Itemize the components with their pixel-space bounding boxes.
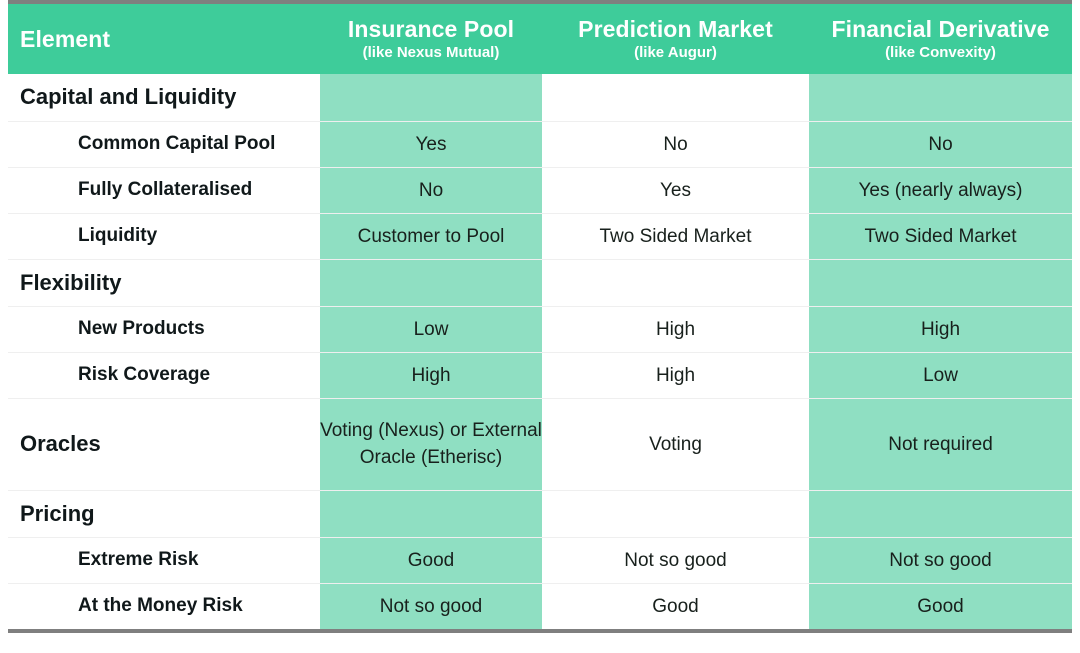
row-label-cell: Common Capital Pool	[8, 120, 320, 167]
cell-prediction-market: Not so good	[542, 536, 809, 583]
cell-insurance-pool: High	[320, 351, 542, 398]
column-header-financial-derivative-title: Financial Derivative	[831, 15, 1050, 42]
cell-financial-derivative: Not so good	[809, 536, 1072, 583]
column-header-prediction-market-subtitle: (like Augur)	[634, 43, 717, 61]
table-row: At the Money Risk Not so good Good Good	[8, 582, 1072, 629]
table-row: Flexibility	[8, 258, 1072, 306]
row-section-label: Oracles	[20, 431, 101, 456]
table-row: Fully Collateralised No Yes Yes (nearly alw…	[8, 166, 1072, 213]
column-header-prediction-market-title: Prediction Market	[578, 15, 773, 42]
cell-prediction-market: Voting	[542, 397, 809, 490]
header-row: Element Insurance Pool (like Nexus Mutua…	[8, 4, 1072, 74]
row-label-cell: Risk Coverage	[8, 351, 320, 398]
cell-prediction-market	[542, 258, 809, 306]
cell-prediction-market: Good	[542, 582, 809, 629]
cell-financial-derivative: No	[809, 120, 1072, 167]
row-label-cell: Liquidity	[8, 212, 320, 259]
row-label-cell: Flexibility	[8, 258, 320, 306]
row-section-label: Pricing	[20, 500, 95, 526]
column-header-insurance-pool-title: Insurance Pool	[347, 15, 515, 42]
cell-financial-derivative: Not required	[809, 397, 1072, 490]
cell-financial-derivative	[809, 489, 1072, 537]
cell-insurance-pool	[320, 74, 542, 121]
cell-prediction-market	[542, 489, 809, 537]
comparison-table: Element Insurance Pool (like Nexus Mutua…	[8, 4, 1072, 629]
cell-prediction-market: Two Sided Market	[542, 212, 809, 259]
table-row: Pricing	[8, 489, 1072, 537]
column-header-prediction-market: Prediction Market (like Augur)	[542, 4, 809, 74]
column-header-insurance-pool: Insurance Pool (like Nexus Mutual)	[320, 4, 542, 74]
column-header-insurance-pool-subtitle: (like Nexus Mutual)	[362, 43, 500, 61]
table-bottom-rule	[8, 629, 1072, 633]
cell-insurance-pool: Good	[320, 536, 542, 583]
cell-financial-derivative	[809, 74, 1072, 121]
cell-financial-derivative: Yes (nearly always)	[809, 166, 1072, 213]
table-row: Common Capital Pool Yes No No	[8, 120, 1072, 167]
row-item-label: Common Capital Pool	[78, 133, 276, 154]
cell-financial-derivative: Low	[809, 351, 1072, 398]
cell-insurance-pool: Not so good	[320, 582, 542, 629]
column-header-financial-derivative-subtitle: (like Convexity)	[885, 43, 996, 61]
cell-insurance-pool: Customer to Pool	[320, 212, 542, 259]
cell-insurance-pool	[320, 489, 542, 537]
row-label-cell: At the Money Risk	[8, 582, 320, 629]
cell-prediction-market: Yes	[542, 166, 809, 213]
table-row: Oracles Voting (Nexus) or External Oracle…	[8, 397, 1072, 490]
cell-insurance-pool: No	[320, 166, 542, 213]
cell-prediction-market	[542, 74, 809, 121]
cell-financial-derivative: Two Sided Market	[809, 212, 1072, 259]
row-label-cell: Fully Collateralised	[8, 166, 320, 213]
cell-insurance-pool: Voting (Nexus) or External Oracle (Ether…	[320, 397, 542, 490]
row-label-cell: Capital and Liquidity	[8, 74, 320, 121]
table-row: Risk Coverage High High Low	[8, 351, 1072, 398]
row-item-label: Extreme Risk	[78, 549, 199, 570]
row-section-label: Capital and Liquidity	[20, 84, 237, 110]
column-header-element: Element	[8, 4, 320, 74]
table-row: Capital and Liquidity	[8, 74, 1072, 121]
table-row: Liquidity Customer to Pool Two Sided Marke…	[8, 212, 1072, 259]
cell-financial-derivative: Good	[809, 582, 1072, 629]
column-header-element-title: Element	[20, 26, 111, 52]
cell-prediction-market: No	[542, 120, 809, 167]
row-item-label: At the Money Risk	[78, 595, 243, 617]
row-section-label: Flexibility	[20, 269, 122, 295]
cell-insurance-pool: Yes	[320, 120, 542, 167]
column-header-financial-derivative: Financial Derivative (like Convexity)	[809, 4, 1072, 74]
row-item-label: Risk Coverage	[78, 364, 211, 385]
table-row: New Products Low High High	[8, 305, 1072, 352]
cell-financial-derivative	[809, 258, 1072, 306]
row-label-cell: New Products	[8, 305, 320, 352]
row-item-label: Liquidity	[78, 225, 158, 246]
cell-insurance-pool	[320, 258, 542, 306]
table-body: Capital and Liquidity Common Capital Pool…	[8, 74, 1072, 629]
cell-financial-derivative: High	[809, 305, 1072, 352]
cell-prediction-market: High	[542, 305, 809, 352]
cell-prediction-market: High	[542, 351, 809, 398]
row-label-cell: Pricing	[8, 489, 320, 537]
table-header: Element Insurance Pool (like Nexus Mutua…	[8, 4, 1072, 74]
cell-insurance-pool: Low	[320, 305, 542, 352]
row-label-cell: Extreme Risk	[8, 536, 320, 583]
comparison-table-container: Element Insurance Pool (like Nexus Mutua…	[8, 0, 1072, 633]
row-label-cell: Oracles	[8, 397, 320, 490]
row-item-label: New Products	[78, 318, 205, 339]
row-item-label: Fully Collateralised	[78, 179, 253, 200]
table-row: Extreme Risk Good Not so good Not so good	[8, 536, 1072, 583]
